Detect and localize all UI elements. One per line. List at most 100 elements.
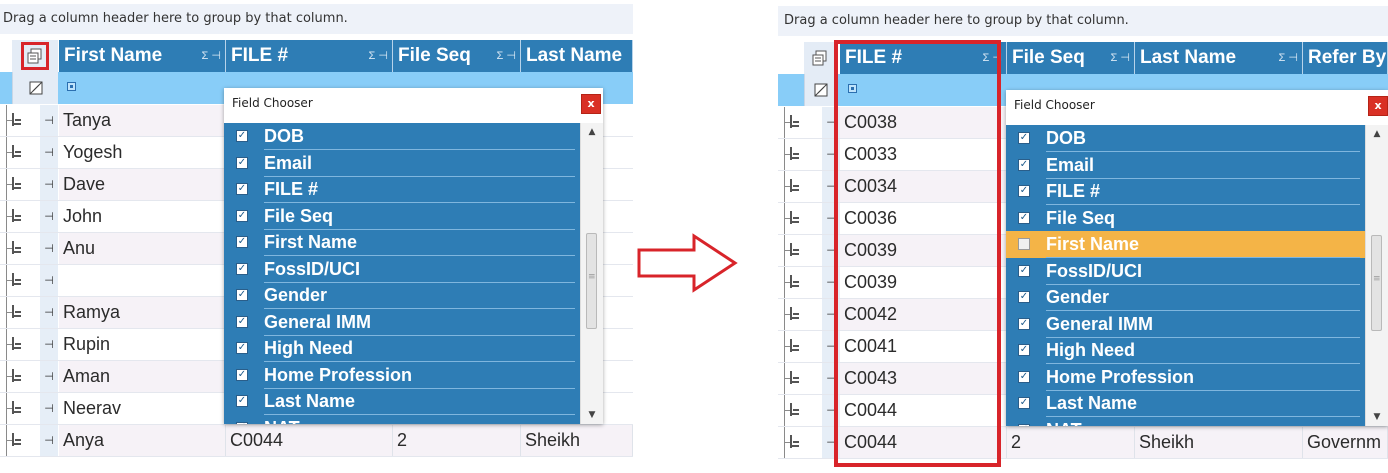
sum-pin-icon[interactable]: Σ ⊣ — [202, 40, 221, 72]
field-chooser-button[interactable] — [21, 42, 49, 70]
row-expand-icon[interactable] — [12, 369, 23, 382]
pin-icon[interactable]: ⊣ — [40, 201, 58, 232]
field-chooser-item[interactable]: ✓ Home Profession — [224, 362, 581, 389]
table-row[interactable]: ⊣ Anya C0044 2 Sheikh — [0, 425, 633, 457]
cell-first-name[interactable]: Aman — [59, 361, 226, 392]
cell-refer-by[interactable]: Governm — [1303, 427, 1388, 458]
checkbox[interactable]: ✓ — [236, 262, 248, 275]
field-chooser-item[interactable]: ✓ FILE # — [1006, 178, 1366, 205]
row-expand-icon[interactable] — [790, 147, 801, 160]
field-chooser-item[interactable]: ✓ DOB — [224, 123, 581, 150]
group-by-bar[interactable]: Drag a column header here to group by th… — [0, 4, 633, 34]
scroll-down-icon[interactable]: ▼ — [581, 410, 603, 420]
scroll-thumb[interactable] — [586, 233, 597, 329]
close-icon[interactable]: x — [1368, 96, 1388, 116]
pin-icon[interactable]: ⊣ — [40, 265, 58, 296]
row-expand-icon[interactable] — [12, 401, 23, 414]
checkbox[interactable]: ✓ — [1018, 423, 1030, 426]
checkbox[interactable]: ✓ — [1018, 291, 1030, 303]
field-chooser-item[interactable]: ✓ High Need — [1006, 337, 1366, 364]
checkbox[interactable]: ✓ — [236, 315, 248, 328]
column-header-refer-by[interactable]: Refer By — [1303, 42, 1388, 74]
checkbox[interactable]: ✓ — [236, 183, 248, 195]
checkbox[interactable]: ✓ — [1018, 397, 1030, 409]
checkbox[interactable]: ✓ — [1018, 317, 1030, 330]
sum-pin-icon[interactable]: Σ ⊣ — [1279, 42, 1298, 74]
cell-first-name[interactable]: Anya — [59, 425, 226, 456]
row-expand-icon[interactable] — [12, 433, 23, 446]
field-chooser-item[interactable]: ✓ FossID/UCI — [1006, 258, 1366, 285]
row-expand-icon[interactable] — [790, 275, 801, 288]
row-expand-icon[interactable] — [790, 211, 801, 224]
row-expand-icon[interactable] — [790, 243, 801, 256]
cell-first-name[interactable]: Tanya — [59, 105, 226, 136]
pin-icon[interactable]: ⊣ — [40, 425, 58, 456]
cell-first-name[interactable]: Anu — [59, 233, 226, 264]
scroll-thumb[interactable] — [1371, 235, 1382, 331]
pin-icon[interactable]: ⊣ — [40, 361, 58, 392]
cell-first-name[interactable]: Dave — [59, 169, 226, 200]
checkbox[interactable]: ✓ — [236, 130, 248, 142]
field-chooser-item[interactable]: ✓ High Need — [224, 335, 581, 362]
cell-file-seq[interactable]: 2 — [1007, 427, 1135, 458]
cell-file-seq[interactable]: 2 — [393, 425, 521, 456]
field-chooser-item[interactable]: ✓ DOB — [1006, 125, 1366, 152]
checkbox[interactable]: ✓ — [236, 342, 248, 354]
field-chooser-scrollbar[interactable]: ▲ ▼ — [1365, 125, 1388, 426]
clear-filter-button[interactable] — [804, 74, 836, 106]
field-chooser-item[interactable]: ✓ General IMM — [1006, 311, 1366, 338]
checkbox[interactable]: ✓ — [1018, 158, 1030, 171]
field-chooser-item[interactable]: ✓ Last Name — [1006, 390, 1366, 417]
cell-first-name[interactable]: Yogesh — [59, 137, 226, 168]
scroll-up-icon[interactable]: ▲ — [1366, 129, 1388, 139]
checkbox[interactable]: ✓ — [236, 395, 248, 407]
close-icon[interactable]: x — [581, 94, 601, 114]
column-header-last-name[interactable]: Last Name — [521, 40, 633, 72]
field-chooser-item[interactable]: ✓ Last Name — [224, 388, 581, 415]
cell-first-name[interactable]: Ramya — [59, 297, 226, 328]
checkbox[interactable]: ✓ — [236, 289, 248, 301]
checkbox[interactable]: ✓ — [1018, 185, 1030, 197]
field-chooser-item[interactable]: ✓ NAT — [1006, 417, 1366, 426]
field-chooser-item[interactable]: ✓ File Seq — [224, 203, 581, 230]
pin-icon[interactable]: ⊣ — [40, 329, 58, 360]
sum-pin-icon[interactable]: Σ ⊣ — [1111, 42, 1130, 74]
column-header-file-seq[interactable]: File Seq Σ ⊣ — [393, 40, 521, 72]
checkbox[interactable]: ✓ — [1018, 370, 1030, 383]
row-expand-icon[interactable] — [790, 179, 801, 192]
row-expand-icon[interactable] — [12, 273, 23, 286]
field-chooser-item[interactable]: ✓ Email — [1006, 152, 1366, 179]
cell-first-name[interactable]: Rupin — [59, 329, 226, 360]
group-by-bar[interactable]: Drag a column header here to group by th… — [778, 6, 1388, 36]
checkbox[interactable]: ✓ — [1018, 264, 1030, 277]
row-expand-icon[interactable] — [12, 337, 23, 350]
checkbox[interactable]: ✓ — [1018, 344, 1030, 356]
row-expand-icon[interactable] — [12, 145, 23, 158]
field-chooser-item[interactable]: ✓ FossID/UCI — [224, 256, 581, 283]
row-expand-icon[interactable] — [790, 307, 801, 320]
sum-pin-icon[interactable]: Σ ⊣ — [497, 40, 516, 72]
sum-pin-icon[interactable]: Σ ⊣ — [369, 40, 388, 72]
row-expand-icon[interactable] — [790, 403, 801, 416]
pin-icon[interactable]: ⊣ — [40, 137, 58, 168]
pin-icon[interactable]: ⊣ — [40, 169, 58, 200]
cell-file[interactable]: C0044 — [226, 425, 393, 456]
pin-icon[interactable]: ⊣ — [40, 233, 58, 264]
row-expand-icon[interactable] — [790, 339, 801, 352]
cell-first-name[interactable] — [59, 265, 226, 296]
cell-last-name[interactable]: Sheikh — [1135, 427, 1303, 458]
field-chooser-item[interactable]: ✓ NAT — [224, 415, 581, 424]
pin-icon[interactable]: ⊣ — [40, 393, 58, 424]
checkbox[interactable]: ✓ — [236, 421, 248, 424]
field-chooser-item[interactable]: ✓ Home Profession — [1006, 364, 1366, 391]
column-header-file[interactable]: FILE # Σ ⊣ — [226, 40, 393, 72]
row-expand-icon[interactable] — [790, 371, 801, 384]
field-chooser-item[interactable]: ✓ General IMM — [224, 309, 581, 336]
checkbox[interactable]: ✓ — [1018, 211, 1030, 224]
row-expand-icon[interactable] — [12, 209, 23, 222]
field-chooser-item[interactable]: ✓ Gender — [1006, 284, 1366, 311]
row-expand-icon[interactable] — [12, 305, 23, 318]
checkbox[interactable] — [1018, 238, 1030, 250]
row-expand-icon[interactable] — [790, 435, 801, 448]
field-chooser-item[interactable]: ✓ First Name — [224, 229, 581, 256]
